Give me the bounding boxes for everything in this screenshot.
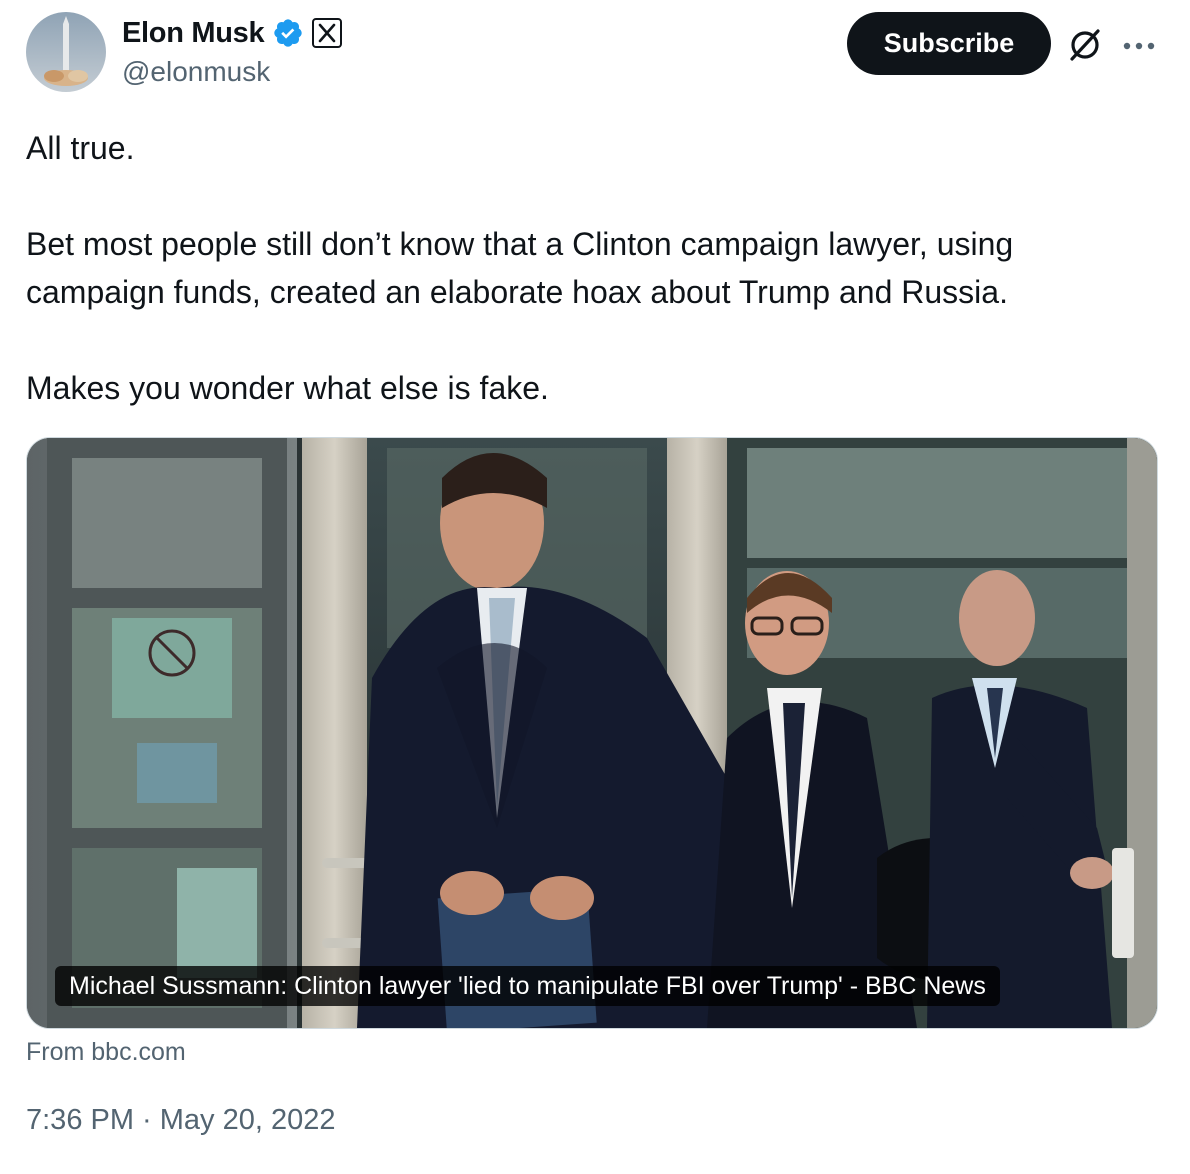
more-dots-icon[interactable] [1122, 38, 1156, 50]
tweet-text-paragraph-2: Bet most people still don’t know that a … [26, 226, 1014, 310]
grok-icon[interactable] [1066, 26, 1104, 64]
avatar[interactable] [26, 12, 106, 92]
author-name-row: Elon Musk [122, 14, 343, 52]
card-source[interactable]: From bbc.com [26, 1038, 186, 1067]
tweet-text-paragraph-3: Makes you wonder what else is fake. [26, 370, 549, 406]
subscribe-button[interactable]: Subscribe [847, 12, 1051, 75]
three-men-exiting-courthouse-photo [27, 438, 1157, 1028]
tweet-card: Elon Musk @elonmusk Subscribe All true. … [0, 0, 1190, 1174]
display-name[interactable]: Elon Musk [122, 17, 265, 50]
x-logo-icon[interactable] [312, 18, 343, 48]
verified-badge-icon[interactable] [272, 17, 304, 49]
tweet-timestamp[interactable]: 7:36 PM · May 20, 2022 [26, 1104, 336, 1137]
link-preview-card[interactable]: Michael Sussmann: Clinton lawyer 'lied t… [26, 437, 1158, 1029]
tweet-text-paragraph-1: All true. [26, 130, 135, 166]
card-title: Michael Sussmann: Clinton lawyer 'lied t… [55, 966, 1000, 1006]
author-handle[interactable]: @elonmusk [122, 56, 270, 88]
